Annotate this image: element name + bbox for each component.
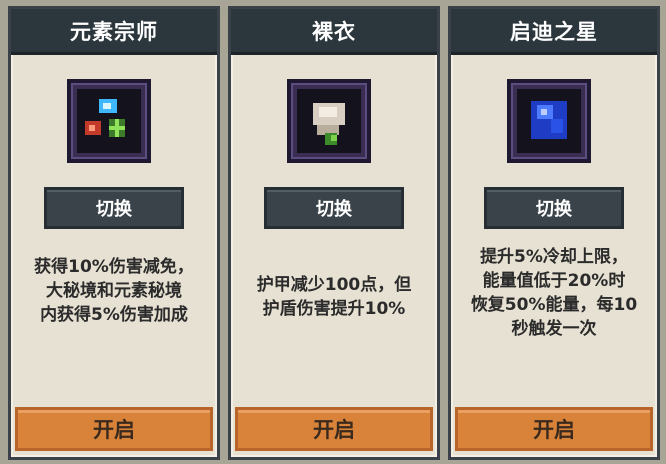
switch-button[interactable]: 切换: [264, 187, 404, 229]
description-line: 获得10%伤害减免，: [34, 257, 194, 277]
description-line: 内获得5%伤害加成: [40, 305, 188, 325]
bare-cloth-icon: [287, 79, 371, 163]
talent-description: 护甲减少100点，但 护盾伤害提升10%: [231, 273, 437, 321]
card-header: 元素宗师: [11, 9, 217, 55]
description-line: 大秘境和元素秘境: [46, 281, 182, 301]
description-line: 护盾伤害提升10%: [262, 299, 406, 319]
description-line: 恢复50%能量，每10: [470, 295, 638, 315]
switch-button[interactable]: 切换: [44, 187, 184, 229]
talent-card-list: 元素宗师 切换 获得10%伤害减免， 大秘境和元素秘境 内获得5%伤害加成 开启…: [0, 0, 666, 464]
element-master-icon: [67, 79, 151, 163]
card-header: 启迪之星: [451, 9, 657, 55]
talent-description: 获得10%伤害减免， 大秘境和元素秘境 内获得5%伤害加成: [11, 255, 217, 327]
card-header: 裸衣: [231, 9, 437, 55]
open-button[interactable]: 开启: [15, 407, 213, 451]
switch-button[interactable]: 切换: [484, 187, 624, 229]
card-title: 元素宗师: [70, 19, 158, 44]
card-title: 裸衣: [312, 19, 356, 44]
open-button[interactable]: 开启: [235, 407, 433, 451]
description-line: 能量值低于20%时: [482, 271, 626, 291]
description-line: 秒触发一次: [511, 319, 597, 339]
description-line: 提升5%冷却上限，: [480, 247, 628, 267]
talent-card-bare-cloth: 裸衣 切换 护甲减少100点，但 护盾伤害提升10% 开启: [228, 6, 440, 460]
description-line: 护甲减少100点，但: [256, 275, 412, 295]
open-button[interactable]: 开启: [455, 407, 653, 451]
card-title: 启迪之星: [510, 19, 598, 44]
talent-card-star-of-enlightenment: 启迪之星 切换 提升5%冷却上限， 能量值低于20%时 恢复50%能量，每10 …: [448, 6, 660, 460]
talent-card-element-master: 元素宗师 切换 获得10%伤害减免， 大秘境和元素秘境 内获得5%伤害加成 开启: [8, 6, 220, 460]
talent-description: 提升5%冷却上限， 能量值低于20%时 恢复50%能量，每10 秒触发一次: [451, 245, 657, 341]
star-of-enlightenment-icon: [507, 79, 591, 163]
